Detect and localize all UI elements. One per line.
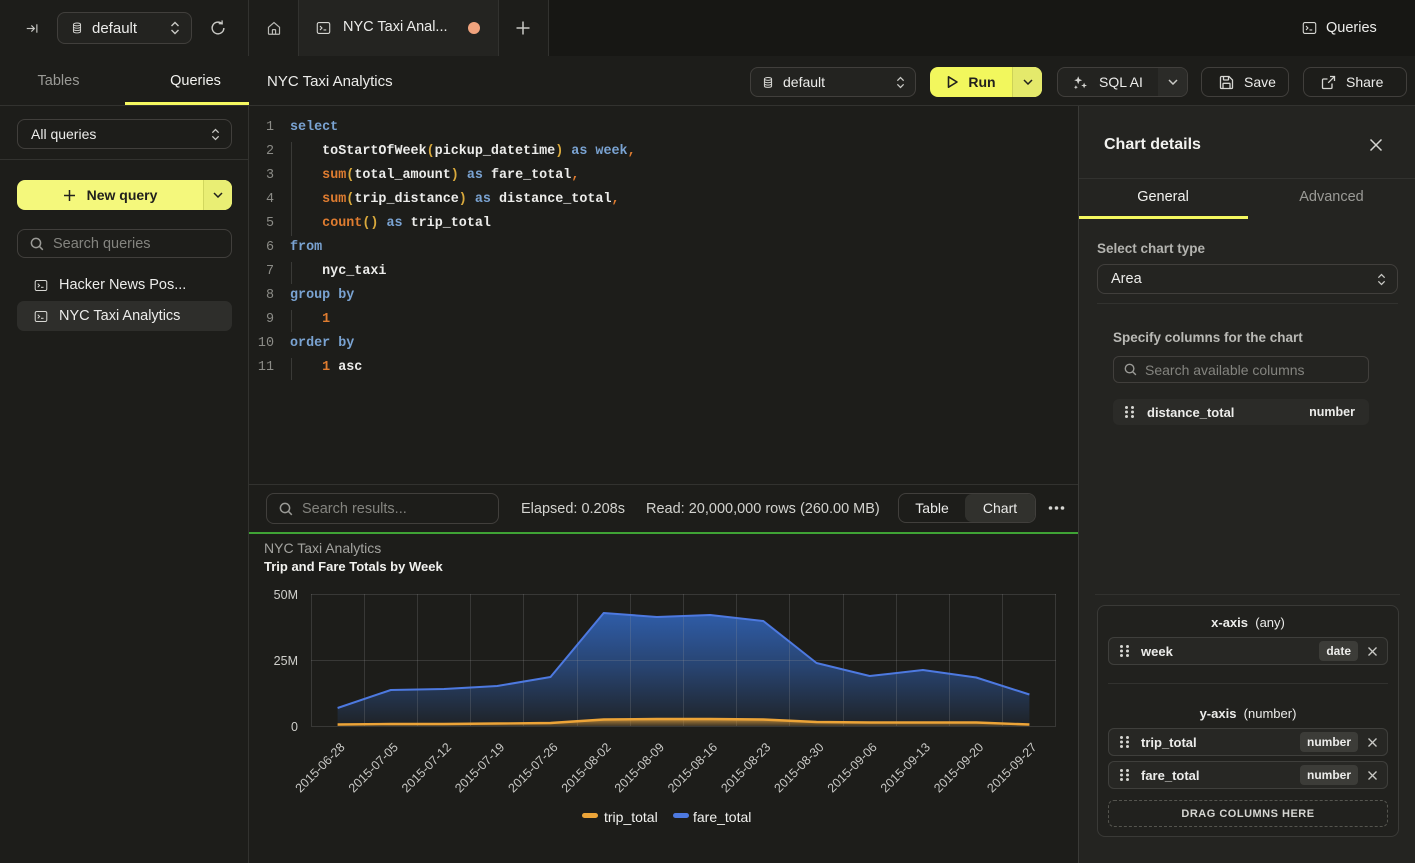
- svg-text:2015-07-26: 2015-07-26: [506, 740, 561, 795]
- svg-text:trip_total: trip_total: [604, 809, 658, 825]
- svg-text:2015-06-28: 2015-06-28: [293, 740, 348, 795]
- svg-text:2015-07-05: 2015-07-05: [346, 740, 401, 795]
- svg-text:2015-09-20: 2015-09-20: [931, 740, 986, 795]
- svg-text:2015-08-30: 2015-08-30: [772, 740, 827, 795]
- svg-text:NYC Taxi Analytics: NYC Taxi Analytics: [264, 540, 381, 556]
- svg-text:2015-08-23: 2015-08-23: [718, 740, 773, 795]
- svg-text:25M: 25M: [274, 654, 298, 668]
- svg-text:2015-07-19: 2015-07-19: [452, 740, 507, 795]
- svg-text:50M: 50M: [274, 588, 298, 602]
- svg-text:2015-08-09: 2015-08-09: [612, 740, 667, 795]
- svg-text:2015-09-06: 2015-09-06: [825, 740, 880, 795]
- svg-text:Trip and Fare Totals by Week: Trip and Fare Totals by Week: [264, 559, 443, 574]
- svg-text:2015-09-13: 2015-09-13: [878, 740, 933, 795]
- svg-text:2015-09-27: 2015-09-27: [984, 740, 1039, 795]
- svg-text:0: 0: [291, 720, 298, 734]
- svg-text:2015-08-16: 2015-08-16: [665, 740, 720, 795]
- svg-text:fare_total: fare_total: [693, 809, 751, 825]
- svg-text:2015-07-12: 2015-07-12: [399, 740, 454, 795]
- svg-text:2015-08-02: 2015-08-02: [559, 740, 614, 795]
